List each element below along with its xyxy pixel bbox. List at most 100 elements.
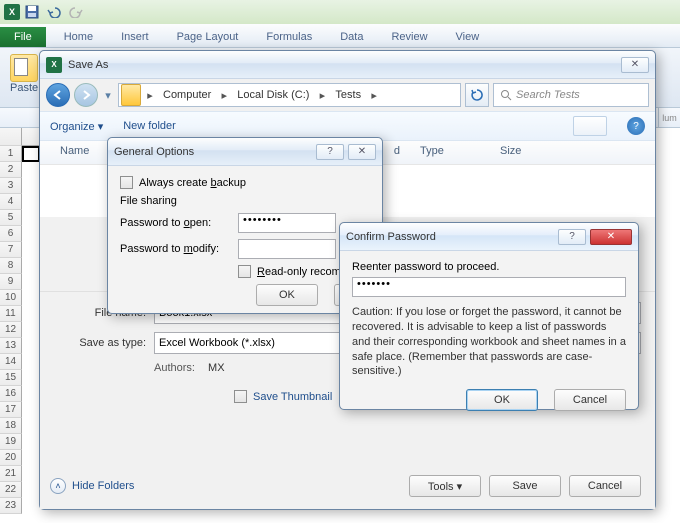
select-all[interactable] bbox=[0, 128, 22, 146]
truncated-text: lum bbox=[658, 108, 680, 127]
save-as-titlebar[interactable]: X Save As ✕ bbox=[40, 51, 655, 79]
tab-review[interactable]: Review bbox=[377, 27, 441, 47]
worksheet-grid: 1234567891011121314151617181920212223 bbox=[0, 128, 40, 523]
chevron-right-icon[interactable]: ▸ bbox=[367, 89, 381, 102]
pw-open-input[interactable]: •••••••• bbox=[238, 213, 336, 233]
backup-label: Always create backup bbox=[139, 177, 246, 189]
chevron-right-icon[interactable]: ▸ bbox=[315, 89, 329, 102]
help-icon[interactable]: ? bbox=[627, 117, 645, 135]
tab-formulas[interactable]: Formulas bbox=[252, 27, 326, 47]
backup-row[interactable]: Always create backup bbox=[120, 176, 370, 189]
chevron-right-icon[interactable]: ▸ bbox=[143, 89, 157, 102]
tools-menu[interactable]: Tools ▾ bbox=[409, 475, 481, 497]
row-header[interactable]: 10 bbox=[0, 290, 22, 306]
col-type[interactable]: Type bbox=[410, 141, 490, 164]
save-icon[interactable] bbox=[22, 2, 42, 22]
new-folder-button[interactable]: New folder bbox=[123, 120, 176, 132]
row-header[interactable]: 14 bbox=[0, 354, 22, 370]
col-size[interactable]: Size bbox=[490, 141, 531, 164]
row-header[interactable]: 7 bbox=[0, 242, 22, 258]
dialog-title: Confirm Password bbox=[346, 231, 558, 243]
ribbon-tabs: File Home Insert Page Layout Formulas Da… bbox=[0, 24, 680, 48]
row-header[interactable]: 20 bbox=[0, 450, 22, 466]
general-options-titlebar[interactable]: General Options ? ✕ bbox=[108, 138, 382, 166]
crumb-folder[interactable]: Tests bbox=[329, 84, 367, 106]
crumb-computer[interactable]: Computer bbox=[157, 84, 217, 106]
row-header[interactable]: 11 bbox=[0, 306, 22, 322]
row-header[interactable]: 3 bbox=[0, 178, 22, 194]
row-header[interactable]: 17 bbox=[0, 402, 22, 418]
row-header[interactable]: 21 bbox=[0, 466, 22, 482]
ok-button[interactable]: OK bbox=[466, 389, 538, 411]
forward-button[interactable] bbox=[74, 83, 98, 107]
row-header[interactable]: 16 bbox=[0, 386, 22, 402]
confirm-password-input[interactable]: ••••••• bbox=[352, 277, 626, 297]
back-button[interactable] bbox=[46, 83, 70, 107]
row-header[interactable]: 19 bbox=[0, 434, 22, 450]
active-cell[interactable] bbox=[22, 146, 40, 162]
confirm-titlebar[interactable]: Confirm Password ? ✕ bbox=[340, 223, 638, 251]
pw-open-label: Password to open: bbox=[120, 217, 238, 229]
hide-folders-label: Hide Folders bbox=[72, 480, 134, 492]
chevron-right-icon[interactable]: ▸ bbox=[217, 89, 231, 102]
help-icon[interactable]: ? bbox=[558, 229, 586, 245]
close-icon[interactable]: ✕ bbox=[621, 57, 649, 73]
checkbox-icon[interactable] bbox=[234, 390, 247, 403]
close-icon[interactable]: ✕ bbox=[348, 144, 376, 160]
view-button[interactable] bbox=[573, 116, 607, 136]
tab-view[interactable]: View bbox=[442, 27, 494, 47]
authors-value[interactable]: MX bbox=[208, 362, 225, 374]
row-header[interactable]: 23 bbox=[0, 498, 22, 514]
tab-page-layout[interactable]: Page Layout bbox=[163, 27, 253, 47]
chevron-up-icon: ˄ bbox=[50, 478, 66, 494]
save-button[interactable]: Save bbox=[489, 475, 561, 497]
search-placeholder: Search Tests bbox=[516, 89, 580, 101]
row-header[interactable]: 9 bbox=[0, 274, 22, 290]
row-header[interactable]: 8 bbox=[0, 258, 22, 274]
cancel-button[interactable]: Cancel bbox=[569, 475, 641, 497]
row-header[interactable]: 18 bbox=[0, 418, 22, 434]
tab-data[interactable]: Data bbox=[326, 27, 377, 47]
quick-access-toolbar: X bbox=[0, 0, 680, 24]
pw-modify-label: Password to modify: bbox=[120, 243, 238, 255]
search-input[interactable]: Search Tests bbox=[493, 83, 649, 107]
paste-label: Paste bbox=[10, 82, 38, 94]
close-icon[interactable]: ✕ bbox=[590, 229, 632, 245]
row-header[interactable]: 5 bbox=[0, 210, 22, 226]
row-header[interactable]: 4 bbox=[0, 194, 22, 210]
redo-icon[interactable] bbox=[66, 2, 86, 22]
row-header[interactable]: 15 bbox=[0, 370, 22, 386]
tab-file[interactable]: File bbox=[0, 27, 46, 47]
pw-modify-input[interactable] bbox=[238, 239, 336, 259]
save-thumbnail-label: Save Thumbnail bbox=[253, 391, 332, 403]
readonly-label: Read-only recom bbox=[257, 266, 341, 278]
confirm-password-dialog: Confirm Password ? ✕ Reenter password to… bbox=[339, 222, 639, 410]
checkbox-icon[interactable] bbox=[238, 265, 251, 278]
tab-home[interactable]: Home bbox=[50, 27, 107, 47]
hide-folders-button[interactable]: ˄ Hide Folders bbox=[50, 478, 134, 494]
row-header[interactable]: 22 bbox=[0, 482, 22, 498]
readonly-row[interactable]: Read-only recom bbox=[120, 265, 370, 278]
breadcrumb[interactable]: ▸ Computer ▸ Local Disk (C:) ▸ Tests ▸ bbox=[118, 83, 461, 107]
excel-icon: X bbox=[46, 57, 62, 73]
row-header[interactable]: 6 bbox=[0, 226, 22, 242]
crumb-disk[interactable]: Local Disk (C:) bbox=[231, 84, 315, 106]
row-header[interactable]: 1 bbox=[0, 146, 22, 162]
col-name[interactable]: Name bbox=[50, 141, 110, 164]
history-dropdown[interactable]: ▾ bbox=[102, 83, 114, 107]
refresh-button[interactable] bbox=[465, 83, 489, 107]
undo-icon[interactable] bbox=[44, 2, 64, 22]
row-header[interactable]: 13 bbox=[0, 338, 22, 354]
organize-menu[interactable]: Organize ▾ bbox=[50, 120, 103, 133]
checkbox-icon[interactable] bbox=[120, 176, 133, 189]
tab-insert[interactable]: Insert bbox=[107, 27, 163, 47]
row-header[interactable]: 2 bbox=[0, 162, 22, 178]
sharing-label: File sharing bbox=[120, 195, 370, 207]
row-header[interactable]: 12 bbox=[0, 322, 22, 338]
ok-button[interactable]: OK bbox=[256, 284, 318, 306]
authors-label: Authors: bbox=[154, 362, 195, 374]
cancel-button[interactable]: Cancel bbox=[554, 389, 626, 411]
filetype-value: Excel Workbook (*.xlsx) bbox=[159, 337, 275, 349]
help-icon[interactable]: ? bbox=[316, 144, 344, 160]
clipboard-icon bbox=[10, 54, 38, 82]
